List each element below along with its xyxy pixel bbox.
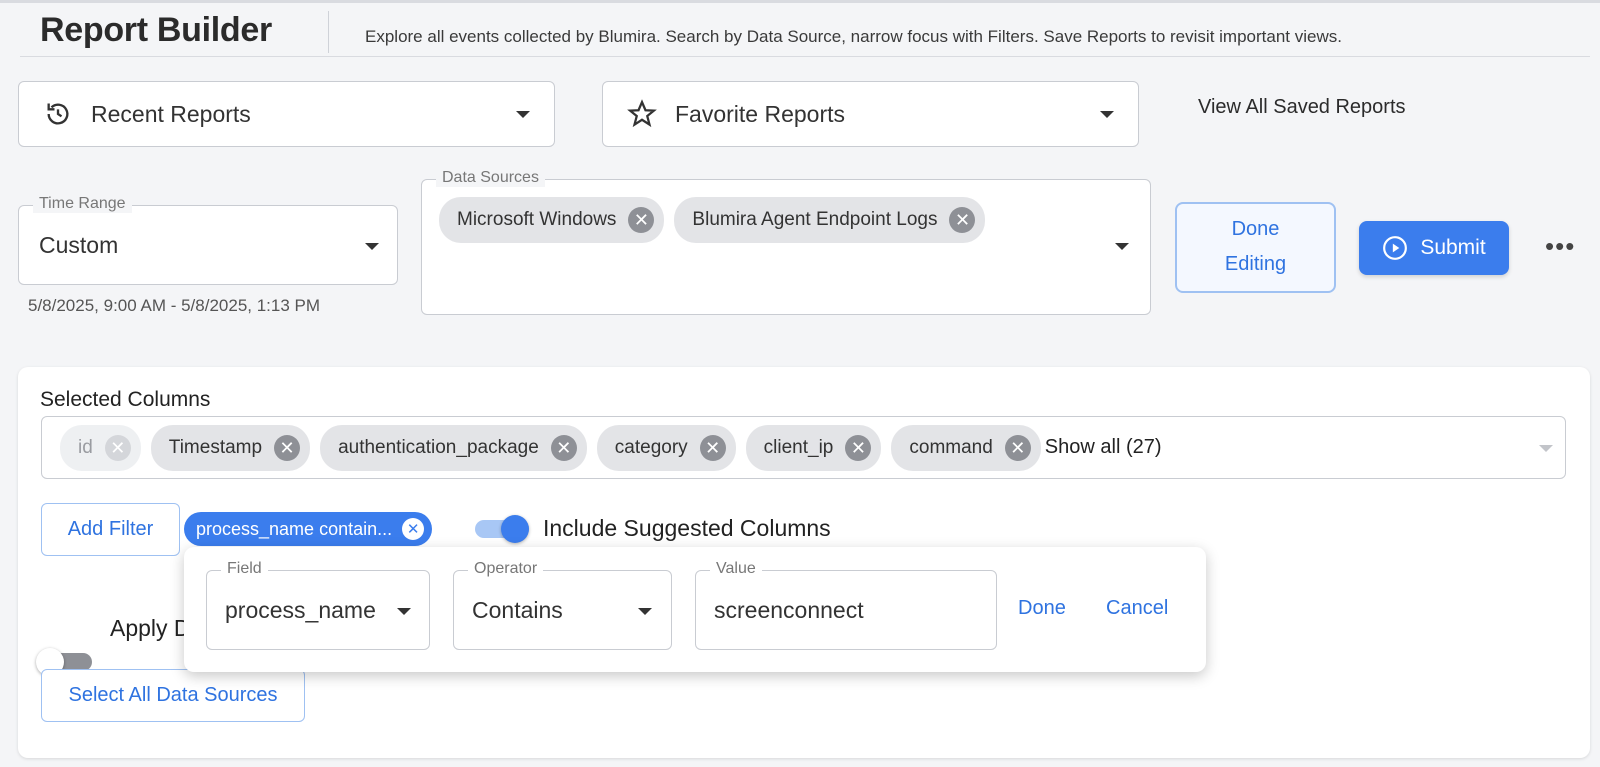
title-divider [328,11,329,53]
show-all-columns-link[interactable]: Show all (27) [1045,436,1162,459]
time-range-text: 5/8/2025, 9:00 AM - 5/8/2025, 1:13 PM [28,296,321,315]
time-range-select[interactable]: Time Range Custom [18,195,398,285]
filter-field-legend: Field [221,560,268,578]
recent-reports-label: Recent Reports [91,100,251,127]
filter-editor-popover: Field process_name Operator Contains Val… [184,547,1206,672]
select-all-data-sources-button[interactable]: Select All Data Sources [41,669,305,722]
chevron-down-icon [638,608,652,615]
play-circle-icon [1382,235,1408,261]
remove-filter-icon[interactable]: ✕ [402,518,425,540]
filter-value-legend: Value [710,560,762,578]
column-chip[interactable]: client_ip ✕ [745,424,882,471]
remove-chip-icon[interactable]: ✕ [949,207,976,233]
header-divider [20,56,1590,57]
column-chip[interactable]: Timestamp ✕ [150,424,311,471]
time-range-value: Custom [39,232,119,258]
star-icon [627,99,657,129]
more-options-icon[interactable]: ••• [1545,231,1575,262]
selected-columns-title: Selected Columns [40,388,211,411]
remove-chip-icon[interactable]: ✕ [1004,434,1031,461]
data-source-chip[interactable]: Microsoft Windows ✕ [439,197,665,243]
column-chip[interactable]: command ✕ [891,424,1041,471]
remove-chip-icon[interactable]: ✕ [699,434,726,461]
chevron-down-icon [397,608,411,615]
include-suggested-columns-toggle[interactable] [475,513,531,545]
data-source-chip[interactable]: Blumira Agent Endpoint Logs ✕ [674,197,986,243]
filter-value-text: screenconnect [714,597,864,623]
active-filter-chip[interactable]: process_name contain... ✕ [184,512,433,546]
favorite-reports-label: Favorite Reports [675,100,846,127]
recent-reports-dropdown[interactable]: Recent Reports [18,81,555,147]
filter-operator-select[interactable]: Operator Contains [453,560,672,650]
remove-chip-icon[interactable]: ✕ [550,434,577,461]
chevron-down-icon [365,243,379,250]
selected-columns-select[interactable]: id ✕ Timestamp ✕ authentication_package … [41,416,1566,479]
filter-operator-legend: Operator [468,560,544,578]
column-chip[interactable]: authentication_package ✕ [320,424,587,471]
apply-label: Apply D [110,615,191,641]
filter-operator-value: Contains [472,597,563,623]
filter-value-input[interactable]: Value screenconnect [695,560,997,650]
data-sources-select[interactable]: Data Sources Microsoft Windows ✕ Blumira… [421,169,1151,315]
include-suggested-columns-label: Include Suggested Columns [543,515,831,541]
history-icon [43,99,73,129]
filter-field-value: process_name [225,597,376,623]
submit-button[interactable]: Submit [1359,221,1509,275]
data-sources-legend: Data Sources [436,169,545,187]
view-all-saved-reports-link[interactable]: View All Saved Reports [1198,96,1406,119]
column-chip[interactable]: category ✕ [596,424,736,471]
filter-done-button[interactable]: Done [1018,597,1066,620]
remove-chip-icon[interactable]: ✕ [274,434,301,461]
filter-field-select[interactable]: Field process_name [206,560,430,650]
remove-chip-icon[interactable]: ✕ [628,207,655,233]
chevron-down-icon [516,110,530,118]
chevron-down-icon [1539,445,1553,452]
add-filter-button[interactable]: Add Filter [41,503,180,556]
remove-chip-icon[interactable]: ✕ [845,434,872,461]
chevron-down-icon [1115,243,1129,250]
done-editing-button[interactable]: Done Editing [1175,202,1336,293]
remove-chip-icon: ✕ [104,434,131,461]
page-title: Report Builder [40,11,272,49]
time-range-legend: Time Range [33,195,132,213]
column-chip: id ✕ [60,424,141,471]
favorite-reports-dropdown[interactable]: Favorite Reports [602,81,1139,147]
chevron-down-icon [1100,110,1114,118]
page-subtitle: Explore all events collected by Blumira.… [365,27,1342,46]
filter-cancel-button[interactable]: Cancel [1106,597,1168,620]
